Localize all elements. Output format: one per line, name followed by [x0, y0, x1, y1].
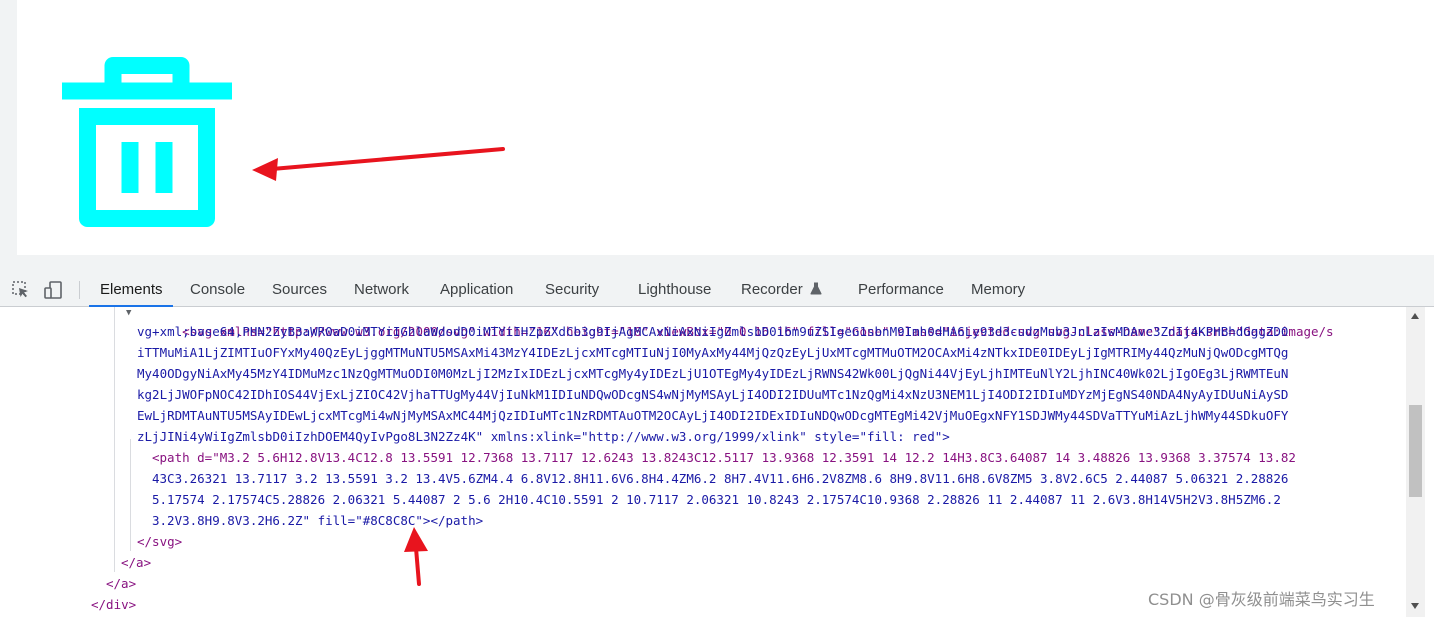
base64-data: iTTMuMiA1LjZIMTIuOFYxMy40QzEyLjggMTMuNTU… [137, 345, 1289, 360]
tab-security[interactable]: Security [545, 272, 599, 306]
tab-network[interactable]: Network [354, 272, 409, 306]
path-data-end: 3.2V3.8H9.8V3.2H6.2Z" fill="#8C8C8C"></p… [152, 513, 484, 528]
div-close-tag: </div> [91, 597, 137, 612]
code-line[interactable]: 3.2V3.8H9.8V3.2H6.2Z" fill="#8C8C8C"></p… [152, 510, 483, 531]
elements-tree[interactable]: ▼ <svg xmlns="http://www.w3.org/2000/svg… [0, 307, 1406, 617]
code-line[interactable]: iTTMuMiA1LjZIMTIuOFYxMy40QzEyLjggMTMuNTU… [137, 342, 1288, 363]
scroll-down-arrow-icon[interactable] [1411, 603, 1419, 609]
scroll-up-arrow-icon[interactable] [1411, 313, 1419, 319]
preview-canvas [17, 0, 1434, 255]
tab-application[interactable]: Application [440, 272, 513, 306]
base64-data-end: zLjJINi4yWiIgZmlsbD0iIzhDOEM4QyIvPgo8L3N… [137, 429, 950, 444]
code-line[interactable]: kg2LjJWOFpNOC42IDhIOS44VjExLjZIOC42VjhaT… [137, 384, 1288, 405]
toolbar-divider [79, 281, 80, 299]
code-line[interactable]: </div> [91, 594, 136, 615]
base64-data: My40ODgyNiAxMy45MzY4IDMuMzc1NzQgMTMuODI0… [137, 366, 1289, 381]
a-close-tag: </a> [106, 576, 137, 591]
flask-icon [810, 282, 822, 295]
elements-scrollbar[interactable] [1406, 307, 1425, 617]
code-line[interactable]: zLjJINi4yWiIgZmlsbD0iIzhDOEM4QyIvPgo8L3N… [137, 426, 950, 447]
tab-sources[interactable]: Sources [272, 272, 327, 306]
select-element-icon[interactable] [11, 280, 31, 300]
tab-elements[interactable]: Elements [89, 272, 172, 307]
watermark: CSDN @骨灰级前端菜鸟实习生 [1148, 590, 1375, 609]
trash-icon[interactable] [62, 57, 232, 227]
device-toolbar-icon[interactable] [43, 280, 63, 300]
code-line[interactable]: </a> [121, 552, 151, 573]
code-line[interactable]: My40ODgyNiAxMy45MzY4IDMuMzc1NzQgMTMuODI0… [137, 363, 1288, 384]
scrollbar-thumb[interactable] [1409, 405, 1422, 497]
path-tag: <path d="M3.2 5.6H12.8V13.4C12.8 13.5591… [152, 450, 1296, 465]
code-line[interactable]: vg+xml;base64,PHN2ZyB3aWR0aD0iMTYiIGhlaW… [137, 321, 1288, 342]
base64-data: EwLjRDMTAuNTU5MSAyIDEwLjcxMTcgMi4wNjMyMS… [137, 408, 1289, 423]
code-line[interactable]: </a> [106, 573, 136, 594]
tab-performance[interactable]: Performance [858, 272, 944, 306]
base64-data: vg+xml;base64,PHN2ZyB3aWR0aD0iMTYiIGhlaW… [137, 324, 1289, 339]
path-data: 5.17574 2.17574C5.28826 2.06321 5.44087 … [152, 492, 1281, 507]
collapse-triangle-icon[interactable]: ▼ [126, 307, 131, 320]
code-line[interactable]: 43C3.26321 13.7117 3.2 13.5591 3.2 13.4V… [152, 468, 1288, 489]
indent-guide [114, 307, 115, 572]
code-line[interactable]: <path d="M3.2 5.6H12.8V13.4C12.8 13.5591… [152, 447, 1296, 468]
tab-memory[interactable]: Memory [971, 272, 1025, 306]
tab-recorder[interactable]: Recorder [741, 272, 822, 306]
indent-guide [130, 439, 131, 551]
tab-console[interactable]: Console [190, 272, 245, 306]
tab-lighthouse[interactable]: Lighthouse [638, 272, 711, 306]
a-close-tag: </a> [121, 555, 152, 570]
devtools-panel: Elements Console Sources Network Applica… [0, 272, 1434, 617]
code-line[interactable]: 5.17574 2.17574C5.28826 2.06321 5.44087 … [152, 489, 1281, 510]
devtools-tabbar: Elements Console Sources Network Applica… [0, 272, 1434, 307]
base64-data: kg2LjJWOFpNOC42IDhIOS44VjExLjZIOC42VjhaT… [137, 387, 1289, 402]
path-data: 43C3.26321 13.7117 3.2 13.5591 3.2 13.4V… [152, 471, 1289, 486]
code-line[interactable]: </svg> [137, 531, 182, 552]
code-line[interactable]: EwLjRDMTAuNTU5MSAyIDEwLjcxMTcgMi4wNjMyMS… [137, 405, 1288, 426]
svg-close-tag: </svg> [137, 534, 183, 549]
tab-recorder-label: Recorder [741, 281, 803, 298]
page-preview [0, 0, 1434, 272]
